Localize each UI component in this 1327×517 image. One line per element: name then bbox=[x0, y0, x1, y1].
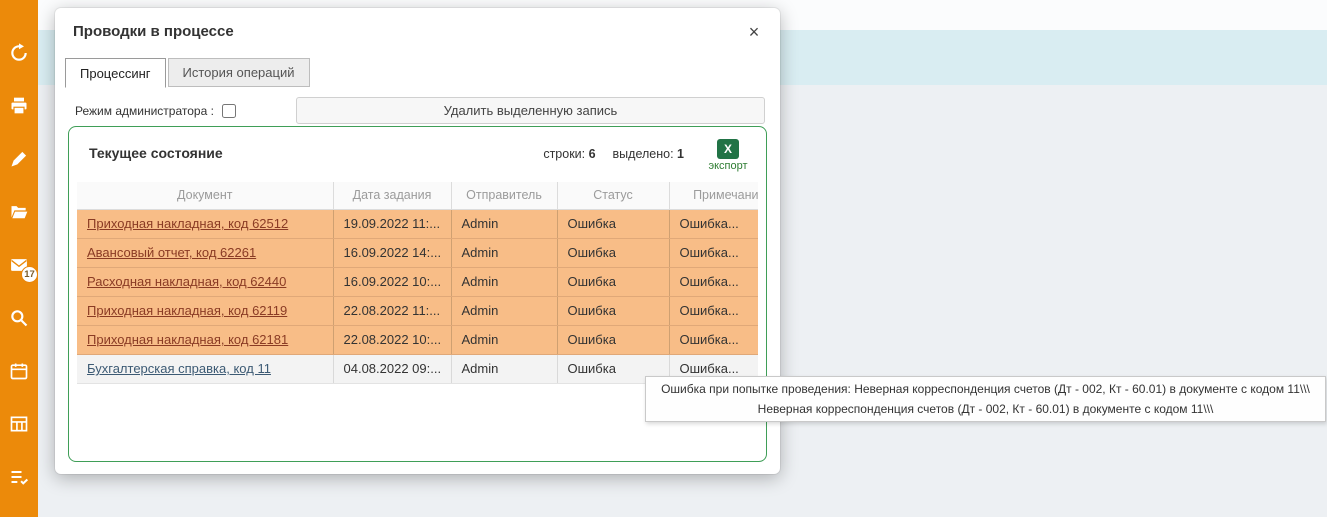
mail-badge: 17 bbox=[21, 266, 38, 283]
edit-icon[interactable] bbox=[8, 148, 30, 170]
mail-icon[interactable]: 17 bbox=[8, 254, 30, 276]
document-link[interactable]: Приходная накладная, код 62181 bbox=[87, 332, 288, 347]
tab-operation-history[interactable]: История операций bbox=[168, 58, 310, 87]
dialog-title: Проводки в процессе bbox=[73, 23, 234, 40]
results-table: Документ Дата задания Отправитель Статус… bbox=[77, 182, 758, 384]
document-link[interactable]: Приходная накладная, код 62119 bbox=[87, 303, 287, 318]
col-sender[interactable]: Отправитель bbox=[451, 182, 557, 209]
panel-header: Текущее состояние строки: 6 выделено: 1 … bbox=[69, 127, 766, 180]
rows-label: строки: bbox=[543, 147, 585, 161]
table-row[interactable]: Расходная накладная, код 62440 16.09.202… bbox=[77, 267, 758, 296]
table-header-row: Документ Дата задания Отправитель Статус… bbox=[77, 182, 758, 209]
table-row[interactable]: Приходная накладная, код 62512 19.09.202… bbox=[77, 209, 758, 238]
error-tooltip-line2: Неверная корреспонденция счетов (Дт - 00… bbox=[656, 399, 1315, 419]
export-label: экспорт bbox=[702, 160, 754, 172]
col-document[interactable]: Документ bbox=[77, 182, 333, 209]
table-row[interactable]: Приходная накладная, код 62181 22.08.202… bbox=[77, 325, 758, 354]
document-link[interactable]: Расходная накладная, код 62440 bbox=[87, 274, 286, 289]
col-note[interactable]: Примечание bbox=[669, 182, 758, 209]
sync-icon[interactable] bbox=[8, 42, 30, 64]
selected-count: 1 bbox=[677, 147, 684, 161]
panel-title: Текущее состояние bbox=[89, 139, 223, 161]
results-table-wrap: Документ Дата задания Отправитель Статус… bbox=[77, 182, 758, 384]
selected-label: выделено: bbox=[613, 147, 674, 161]
admin-mode-label: Режим администратора : bbox=[75, 104, 214, 118]
col-status[interactable]: Статус bbox=[557, 182, 669, 209]
tab-processing[interactable]: Процессинг bbox=[65, 58, 166, 88]
export-button[interactable]: X экспорт bbox=[702, 139, 754, 172]
excel-icon: X bbox=[717, 139, 739, 159]
checklist-icon[interactable] bbox=[8, 466, 30, 488]
delete-selected-button[interactable]: Удалить выделенную запись bbox=[296, 97, 765, 124]
document-link[interactable]: Бухгалтерская справка, код 11 bbox=[87, 361, 271, 376]
admin-mode-checkbox[interactable] bbox=[222, 104, 236, 118]
app-sidebar: 17 bbox=[0, 0, 38, 517]
col-task-date[interactable]: Дата задания bbox=[333, 182, 451, 209]
print-icon[interactable] bbox=[8, 95, 30, 117]
error-tooltip: Ошибка при попытке проведения: Неверная … bbox=[645, 376, 1326, 422]
table-row[interactable]: Авансовый отчет, код 62261 16.09.2022 14… bbox=[77, 238, 758, 267]
dialog-header: Проводки в процессе × bbox=[55, 8, 780, 51]
table-icon[interactable] bbox=[8, 413, 30, 435]
panel-stats: строки: 6 выделено: 1 bbox=[543, 139, 684, 161]
folder-open-icon[interactable] bbox=[8, 201, 30, 223]
tab-bar: Процессинг История операций bbox=[55, 57, 780, 87]
search-icon[interactable] bbox=[8, 307, 30, 329]
document-link[interactable]: Приходная накладная, код 62512 bbox=[87, 216, 288, 231]
close-icon[interactable]: × bbox=[742, 20, 766, 44]
calendar-icon[interactable] bbox=[8, 360, 30, 382]
rows-count: 6 bbox=[589, 147, 596, 161]
error-tooltip-line1: Ошибка при попытке проведения: Неверная … bbox=[656, 379, 1315, 399]
document-link[interactable]: Авансовый отчет, код 62261 bbox=[87, 245, 256, 260]
table-row[interactable]: Приходная накладная, код 62119 22.08.202… bbox=[77, 296, 758, 325]
